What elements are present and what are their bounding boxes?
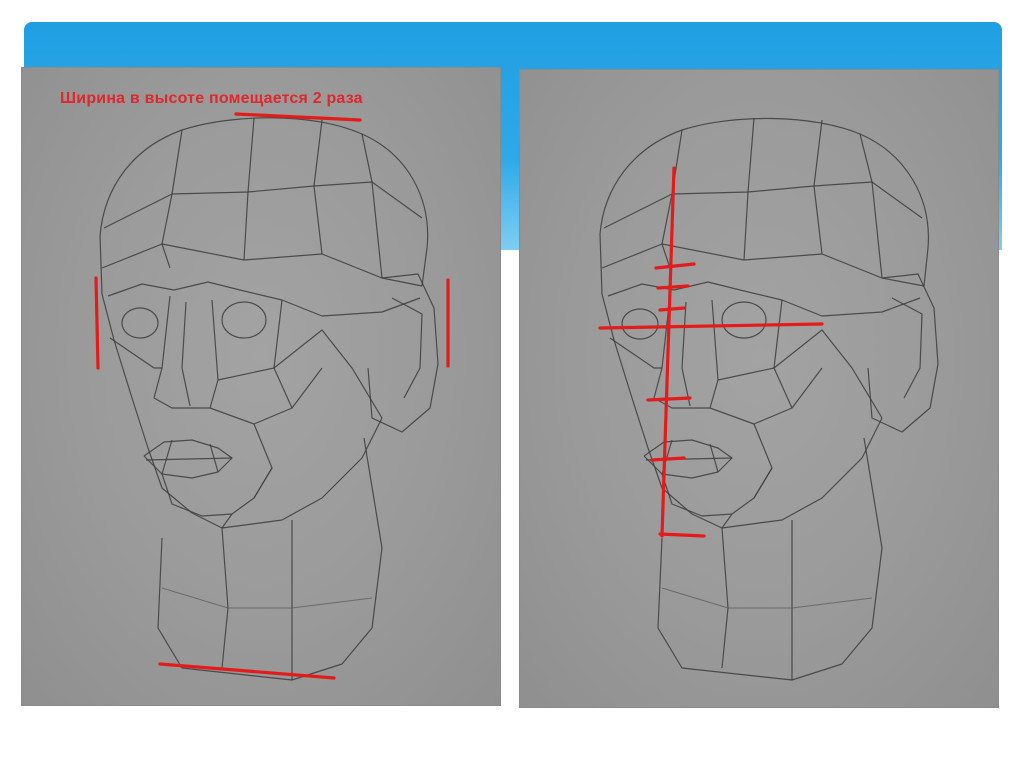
head-sketch-drawing-right <box>598 117 939 681</box>
head-sketch-photo-left: Ширина в высоте помещается 2 раза <box>22 68 500 705</box>
head-sketch-drawing-left <box>94 112 450 681</box>
head-sketch-photo-right <box>520 70 998 707</box>
width-height-caption: Ширина в высоте помещается 2 раза <box>60 90 363 107</box>
